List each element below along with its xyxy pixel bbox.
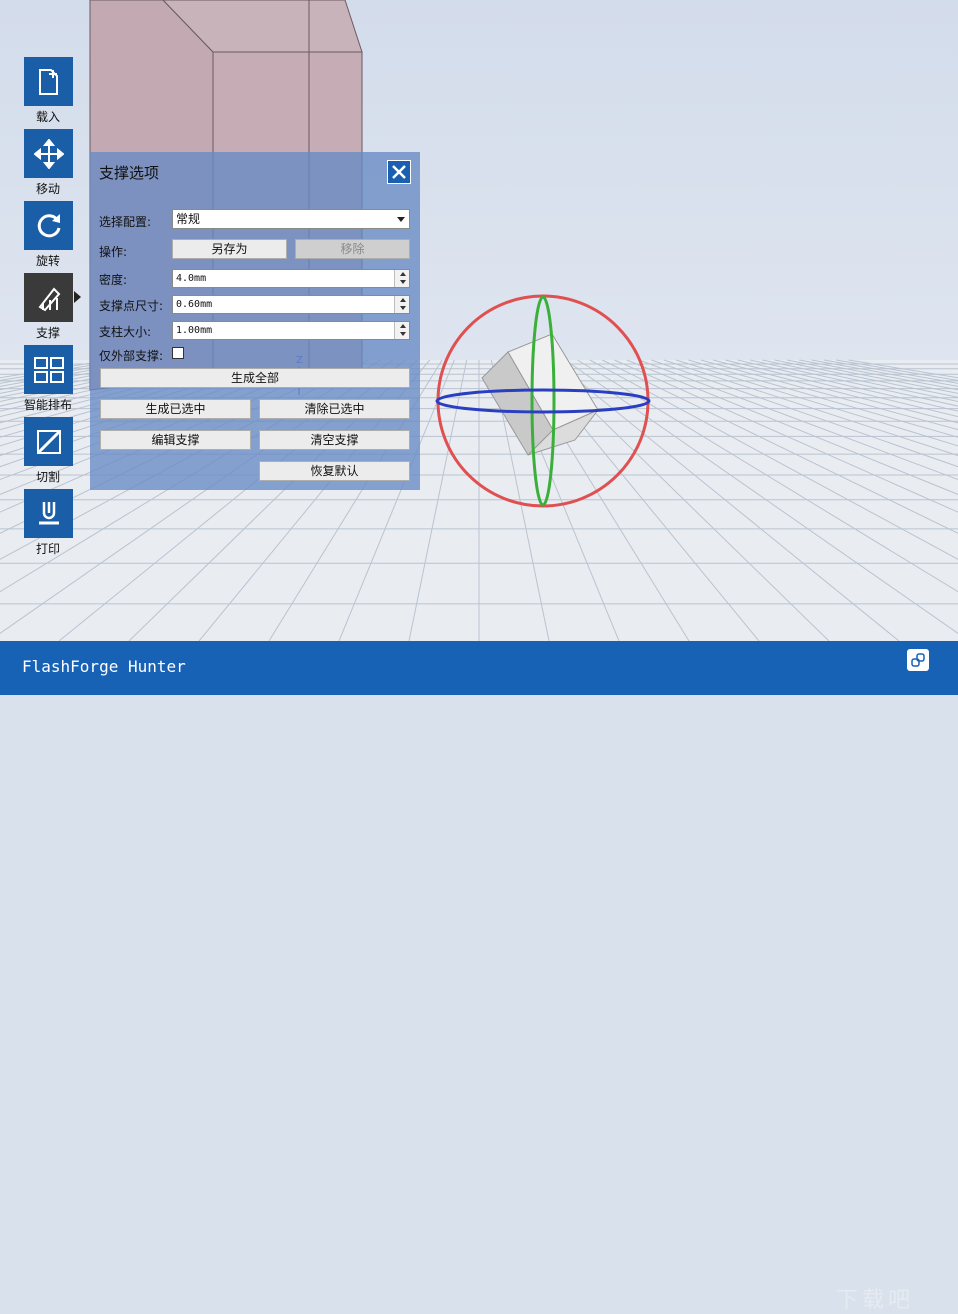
edit-support-button[interactable]: 编辑支撑 (100, 430, 251, 450)
active-tool-indicator (74, 291, 81, 303)
config-label: 选择配置: (99, 213, 151, 230)
density-value: 4.0mm (176, 273, 206, 284)
cut-label: 切割 (12, 468, 84, 485)
generate-selected-button[interactable]: 生成已选中 (100, 399, 251, 419)
move-arrows-icon (34, 139, 64, 169)
print-icon (34, 499, 64, 529)
print-button[interactable] (24, 489, 73, 538)
point-size-stepper[interactable] (394, 296, 409, 313)
close-button[interactable] (387, 160, 411, 184)
move-button[interactable] (24, 129, 73, 178)
clear-selected-button[interactable]: 清除已选中 (259, 399, 410, 419)
smart-layout-label: 智能排布 (12, 396, 84, 413)
rotate-icon (34, 211, 64, 241)
load-label: 载入 (12, 108, 84, 125)
config-value: 常规 (176, 212, 200, 226)
outer-only-checkbox[interactable] (172, 347, 184, 359)
rotate-button[interactable] (24, 201, 73, 250)
pillar-size-value: 1.00mm (176, 325, 212, 336)
restore-default-button[interactable]: 恢复默认 (259, 461, 410, 481)
watermark: 下载吧 (836, 1282, 914, 1314)
outer-only-label: 仅外部支撑: (99, 347, 163, 364)
support-icon (34, 283, 64, 313)
smart-layout-button[interactable] (24, 345, 73, 394)
point-size-value: 0.60mm (176, 299, 212, 310)
grid-layout-icon (33, 356, 65, 384)
support-label: 支撑 (12, 324, 84, 341)
app-name: FlashForge Hunter (22, 657, 186, 676)
cut-button[interactable] (24, 417, 73, 466)
save-as-button[interactable]: 另存为 (172, 239, 287, 259)
close-icon (391, 164, 407, 180)
pillar-size-input[interactable]: 1.00mm (172, 321, 410, 340)
dialog-title: 支撑选项 (99, 162, 159, 183)
remove-button[interactable]: 移除 (295, 239, 410, 259)
density-label: 密度: (99, 271, 127, 288)
status-bar: FlashForge Hunter 下载吧 (0, 641, 958, 695)
cut-icon (34, 427, 64, 457)
print-label: 打印 (12, 540, 84, 557)
density-stepper[interactable] (394, 270, 409, 287)
chevron-down-icon (397, 217, 405, 222)
pillar-size-stepper[interactable] (394, 322, 409, 339)
density-input[interactable]: 4.0mm (172, 269, 410, 288)
rotate-label: 旋转 (12, 252, 84, 269)
point-size-input[interactable]: 0.60mm (172, 295, 410, 314)
config-select[interactable]: 常规 (172, 209, 410, 229)
support-options-dialog: 支撑选项 选择配置: 常规 操作: 另存为 移除 密度: 4.0mm 支撑点尺寸… (90, 152, 420, 490)
pillar-size-label: 支柱大小: (99, 323, 151, 340)
generate-all-button[interactable]: 生成全部 (100, 368, 410, 388)
file-plus-icon (35, 67, 63, 97)
operation-label: 操作: (99, 243, 127, 260)
load-button[interactable] (24, 57, 73, 106)
point-size-label: 支撑点尺寸: (99, 297, 163, 314)
move-label: 移动 (12, 180, 84, 197)
support-button[interactable] (24, 273, 73, 322)
clear-support-button[interactable]: 清空支撑 (259, 430, 410, 450)
link-icon[interactable] (907, 649, 929, 671)
